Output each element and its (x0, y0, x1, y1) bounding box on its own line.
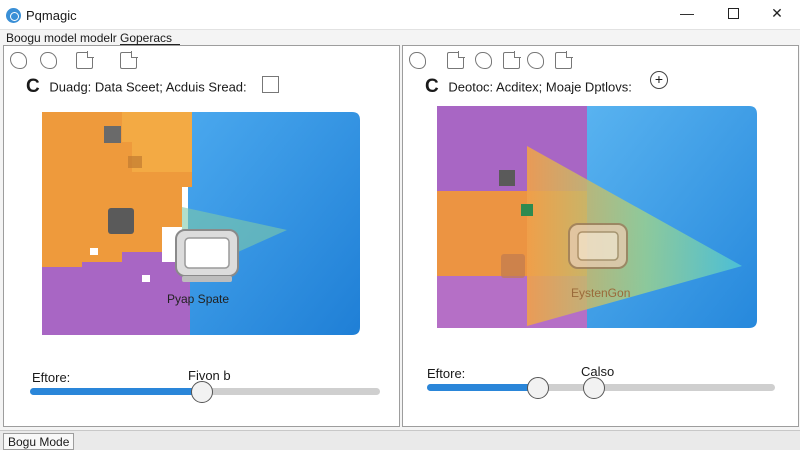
right-panel-header: C Deotoc: Acditex; Moaje Dptlovs: (425, 76, 632, 97)
file-icon[interactable] (503, 51, 521, 69)
monitor-icon (568, 223, 628, 269)
menu-bar: Boogu model modelr Goperacs (0, 31, 800, 46)
file-icon[interactable] (555, 51, 573, 69)
option-checkbox[interactable] (262, 76, 279, 93)
maximize-button[interactable] (710, 0, 756, 28)
title-bar: Pqmagic — ✕ (0, 0, 800, 30)
left-panel-header-text: Duadg: Data Sceet; Acduis Sread: (49, 79, 247, 95)
marker-square (90, 248, 98, 255)
marker-square (128, 156, 142, 168)
file-icon[interactable] (120, 51, 138, 69)
header-c-icon: C (425, 76, 439, 97)
header-c-icon: C (26, 76, 40, 97)
left-canvas-label: Pyap Spate (167, 292, 230, 306)
right-slider-fill (427, 384, 539, 391)
menu-item-operations[interactable]: Goperacs (120, 31, 180, 46)
right-slider-label: Eftore: (427, 366, 466, 381)
left-panel-header: C Duadg: Data Sceet; Acduis Sread: (26, 76, 247, 97)
menu-item-model[interactable]: Boogu model modelr (6, 31, 117, 46)
left-slider-caption: Fivon b (188, 368, 231, 383)
file-icon[interactable] (76, 51, 94, 69)
right-slider-thumb[interactable] (527, 377, 550, 399)
marker-square (499, 170, 515, 186)
left-slider-label: Eftore: (32, 370, 71, 385)
right-canvas-label: EystenGon (571, 286, 631, 300)
left-slider-thumb[interactable] (190, 381, 213, 403)
marker-square (108, 208, 134, 234)
app-logo-icon (6, 8, 21, 23)
left-panel: C Duadg: Data Sceet; Acduis Sread: Pyap … (3, 45, 400, 427)
marker-square (501, 254, 525, 278)
file-icon[interactable] (447, 51, 465, 69)
marker-square (104, 126, 121, 143)
right-visualization: EystenGon (437, 106, 757, 328)
right-panel-header-text: Deotoc: Acditex; Moaje Dptlovs: (448, 79, 632, 95)
blob-tool-icon[interactable] (10, 52, 27, 69)
marker-square (521, 204, 533, 216)
status-bar: Bogu Mode (0, 430, 800, 450)
window-title: Pqmagic (26, 8, 77, 23)
marker-square (142, 275, 150, 282)
status-mode-label: Bogu Mode (3, 433, 75, 450)
left-visualization: Pyap Spate (42, 112, 362, 335)
minimize-button[interactable]: — (664, 0, 710, 28)
add-button[interactable]: + (650, 71, 668, 89)
left-slider-fill (30, 388, 202, 395)
maximize-icon (727, 8, 739, 19)
blob-tool-icon[interactable] (409, 52, 426, 69)
blob-tool-icon[interactable] (475, 52, 492, 69)
blob-tool-icon[interactable] (40, 52, 57, 69)
close-button[interactable]: ✕ (754, 0, 800, 28)
right-panel: C Deotoc: Acditex; Moaje Dptlovs: + Eyst… (402, 45, 799, 427)
blob-tool-icon[interactable] (527, 52, 544, 69)
right-slider-thumb-secondary[interactable] (583, 377, 606, 399)
monitor-icon (175, 229, 239, 282)
